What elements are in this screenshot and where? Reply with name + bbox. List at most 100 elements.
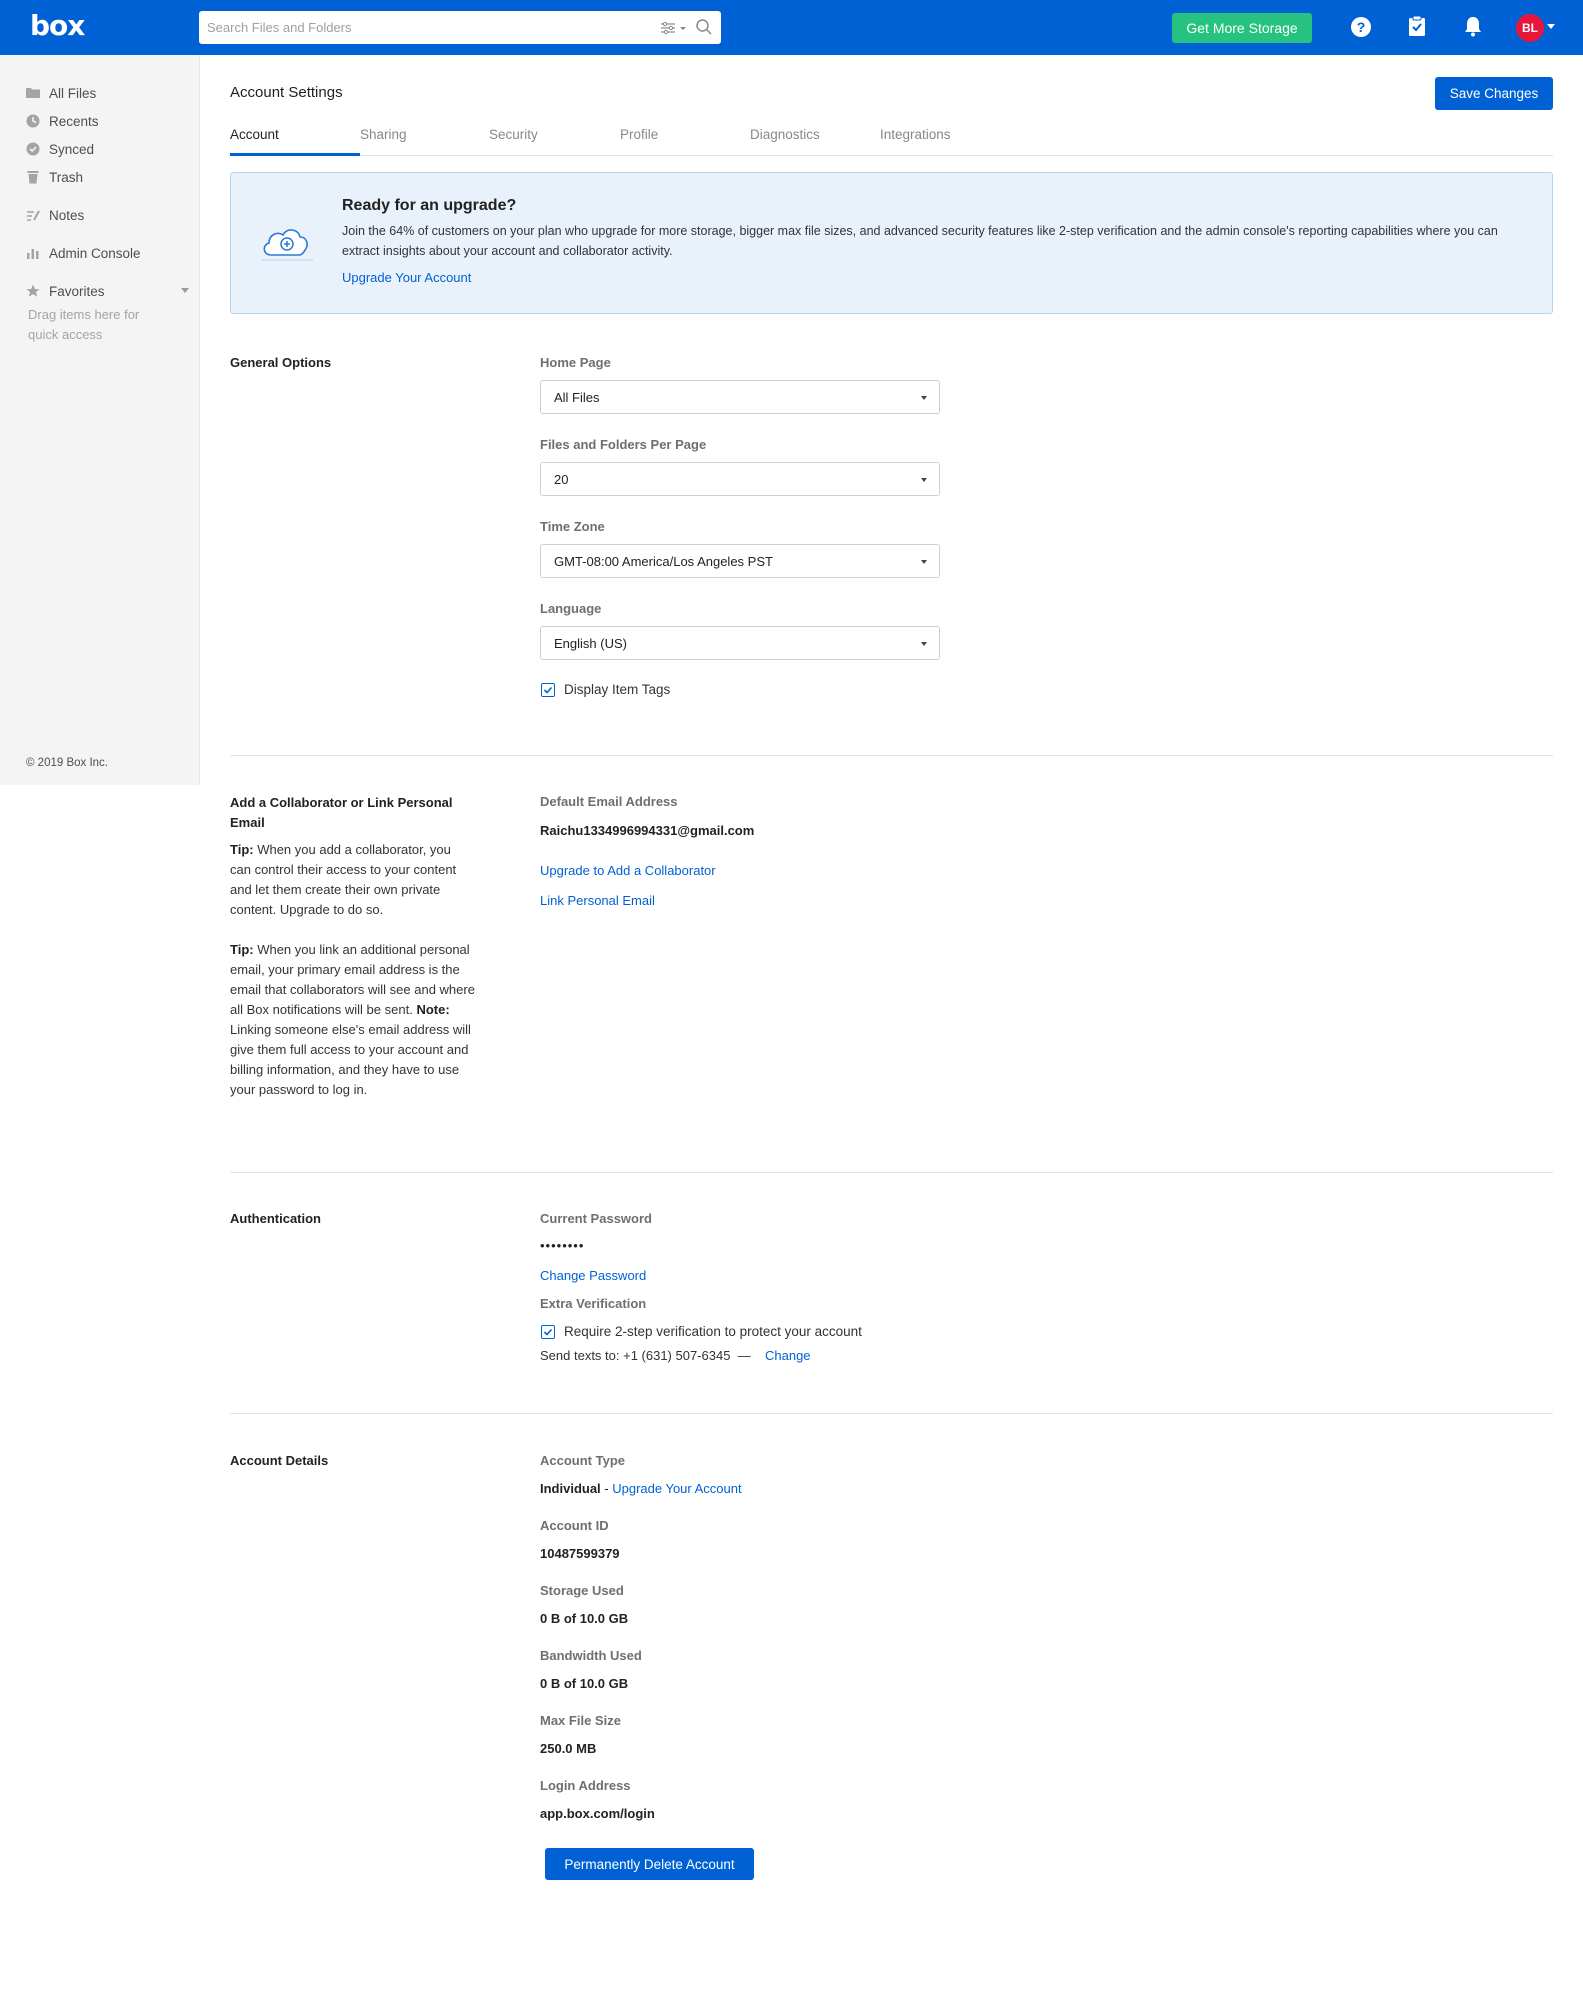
storage-used-label: Storage Used	[540, 1583, 624, 1598]
section-divider	[230, 1413, 1553, 1414]
home-page-select[interactable]: All Files	[540, 380, 940, 414]
send-texts-text: Send texts to: +1 (631) 507-6345 —	[540, 1348, 751, 1363]
language-select[interactable]: English (US)	[540, 626, 940, 660]
checkmark-icon	[543, 1328, 553, 1336]
trash-icon	[27, 171, 39, 184]
sidebar-item-synced[interactable]: Synced	[26, 139, 94, 159]
link-personal-email-link[interactable]: Link Personal Email	[540, 893, 655, 908]
save-changes-button[interactable]: Save Changes	[1435, 77, 1553, 110]
filter-icon[interactable]	[659, 19, 689, 37]
star-icon	[26, 284, 40, 297]
clock-icon	[26, 114, 40, 128]
time-zone-select[interactable]: GMT-08:00 America/Los Angeles PST	[540, 544, 940, 578]
sidebar-item-notes[interactable]: Notes	[26, 205, 84, 225]
two-step-label[interactable]: Require 2-step verification to protect y…	[564, 1324, 862, 1339]
help-icon[interactable]: ?	[1351, 17, 1371, 37]
login-address-value: app.box.com/login	[540, 1806, 655, 1821]
bell-icon[interactable]	[1463, 15, 1483, 37]
tab-diagnostics[interactable]: Diagnostics	[750, 127, 820, 142]
sidebar-item-all-files[interactable]: All Files	[26, 83, 96, 103]
favorites-chevron-down-icon[interactable]	[181, 288, 189, 293]
general-options-title: General Options	[230, 355, 332, 370]
sidebar-item-recents[interactable]: Recents	[26, 111, 99, 131]
per-page-label: Files and Folders Per Page	[540, 437, 707, 452]
sidebar-item-label: Recents	[49, 113, 99, 129]
current-password-label: Current Password	[540, 1211, 652, 1226]
notes-icon	[27, 210, 40, 221]
change-password-link[interactable]: Change Password	[540, 1268, 646, 1283]
per-page-value: 20	[554, 472, 569, 487]
per-page-select[interactable]: 20	[540, 462, 940, 496]
tab-account[interactable]: Account	[230, 127, 279, 142]
tasks-icon[interactable]	[1408, 15, 1426, 37]
search-box[interactable]	[199, 11, 721, 44]
sidebar: All Files Recents Synced Trash Notes Adm…	[0, 55, 200, 785]
collaborator-section-title: Add a Collaborator or Link Personal Emai…	[230, 795, 453, 830]
checkmark-icon	[543, 686, 553, 694]
sidebar-item-trash[interactable]: Trash	[26, 167, 83, 187]
storage-used-value: 0 B of 10.0 GB	[540, 1611, 629, 1626]
account-type-upgrade-link[interactable]: Upgrade Your Account	[612, 1481, 741, 1496]
account-type-row: Individual - Upgrade Your Account	[540, 1481, 742, 1496]
sidebar-item-label: All Files	[49, 85, 97, 101]
tab-profile[interactable]: Profile	[620, 127, 658, 142]
search-input[interactable]	[199, 11, 639, 44]
bandwidth-used-value: 0 B of 10.0 GB	[540, 1676, 629, 1691]
search-icon[interactable]	[695, 18, 713, 36]
banner-title: Ready for an upgrade?	[342, 197, 517, 214]
chevron-down-icon	[921, 478, 927, 482]
account-id-value: 10487599379	[540, 1546, 620, 1561]
two-step-checkbox[interactable]	[541, 1325, 555, 1339]
time-zone-label: Time Zone	[540, 519, 605, 534]
tip-lead: Tip:	[230, 842, 254, 857]
folder-icon	[26, 88, 40, 98]
sidebar-item-label: Favorites	[49, 283, 105, 299]
personal-email-tip: Tip: When you link an additional persona…	[230, 940, 475, 1100]
display-item-tags-checkbox[interactable]	[541, 683, 555, 697]
home-page-value: All Files	[554, 390, 600, 405]
max-file-size-label: Max File Size	[540, 1713, 621, 1728]
authentication-title: Authentication	[230, 1211, 321, 1226]
note-lead: Note:	[416, 1002, 450, 1017]
sidebar-item-favorites[interactable]: Favorites	[26, 281, 105, 301]
delete-account-button[interactable]: Permanently Delete Account	[545, 1848, 754, 1880]
account-type-value: Individual	[540, 1481, 601, 1496]
chart-icon	[27, 249, 39, 259]
language-value: English (US)	[554, 636, 627, 651]
extra-verification-label: Extra Verification	[540, 1296, 647, 1311]
bandwidth-used-label: Bandwidth Used	[540, 1648, 642, 1663]
avatar-chevron-down-icon[interactable]	[1547, 24, 1555, 29]
section-divider	[230, 1172, 1553, 1173]
favorites-hint: Drag items here for quick access	[28, 307, 140, 342]
sidebar-item-label: Notes	[49, 207, 85, 223]
collaborator-tip: Tip: When you add a collaborator, you ca…	[230, 840, 475, 920]
box-logo[interactable]: box	[30, 9, 85, 42]
chevron-down-icon	[921, 642, 927, 646]
home-page-label: Home Page	[540, 355, 611, 370]
avatar[interactable]: BL	[1516, 14, 1544, 42]
time-zone-value: GMT-08:00 America/Los Angeles PST	[554, 554, 773, 569]
max-file-size-value: 250.0 MB	[540, 1741, 597, 1756]
upgrade-banner: Ready for an upgrade? Join the 64% of cu…	[230, 172, 1553, 314]
login-address-label: Login Address	[540, 1778, 631, 1793]
language-label: Language	[540, 601, 602, 616]
tab-security[interactable]: Security	[489, 127, 538, 142]
section-divider	[230, 755, 1553, 756]
sidebar-item-label: Synced	[49, 141, 95, 157]
tab-integrations[interactable]: Integrations	[880, 127, 951, 142]
tip-lead: Tip:	[230, 942, 254, 957]
upgrade-add-collaborator-link[interactable]: Upgrade to Add a Collaborator	[540, 863, 716, 878]
active-tab-indicator	[230, 153, 360, 156]
upgrade-account-link[interactable]: Upgrade Your Account	[342, 270, 471, 285]
chevron-down-icon	[921, 560, 927, 564]
get-more-storage-button[interactable]: Get More Storage	[1172, 13, 1312, 43]
tabs-divider	[230, 155, 1553, 156]
page-title: Account Settings	[230, 84, 343, 101]
default-email-label: Default Email Address	[540, 794, 678, 809]
display-item-tags-label[interactable]: Display Item Tags	[564, 682, 670, 697]
cloud-upload-icon	[261, 229, 313, 261]
sidebar-item-admin-console[interactable]: Admin Console	[26, 243, 141, 263]
tab-sharing[interactable]: Sharing	[360, 127, 407, 142]
change-phone-link[interactable]: Change	[765, 1348, 811, 1363]
password-value: ••••••••	[540, 1238, 585, 1253]
